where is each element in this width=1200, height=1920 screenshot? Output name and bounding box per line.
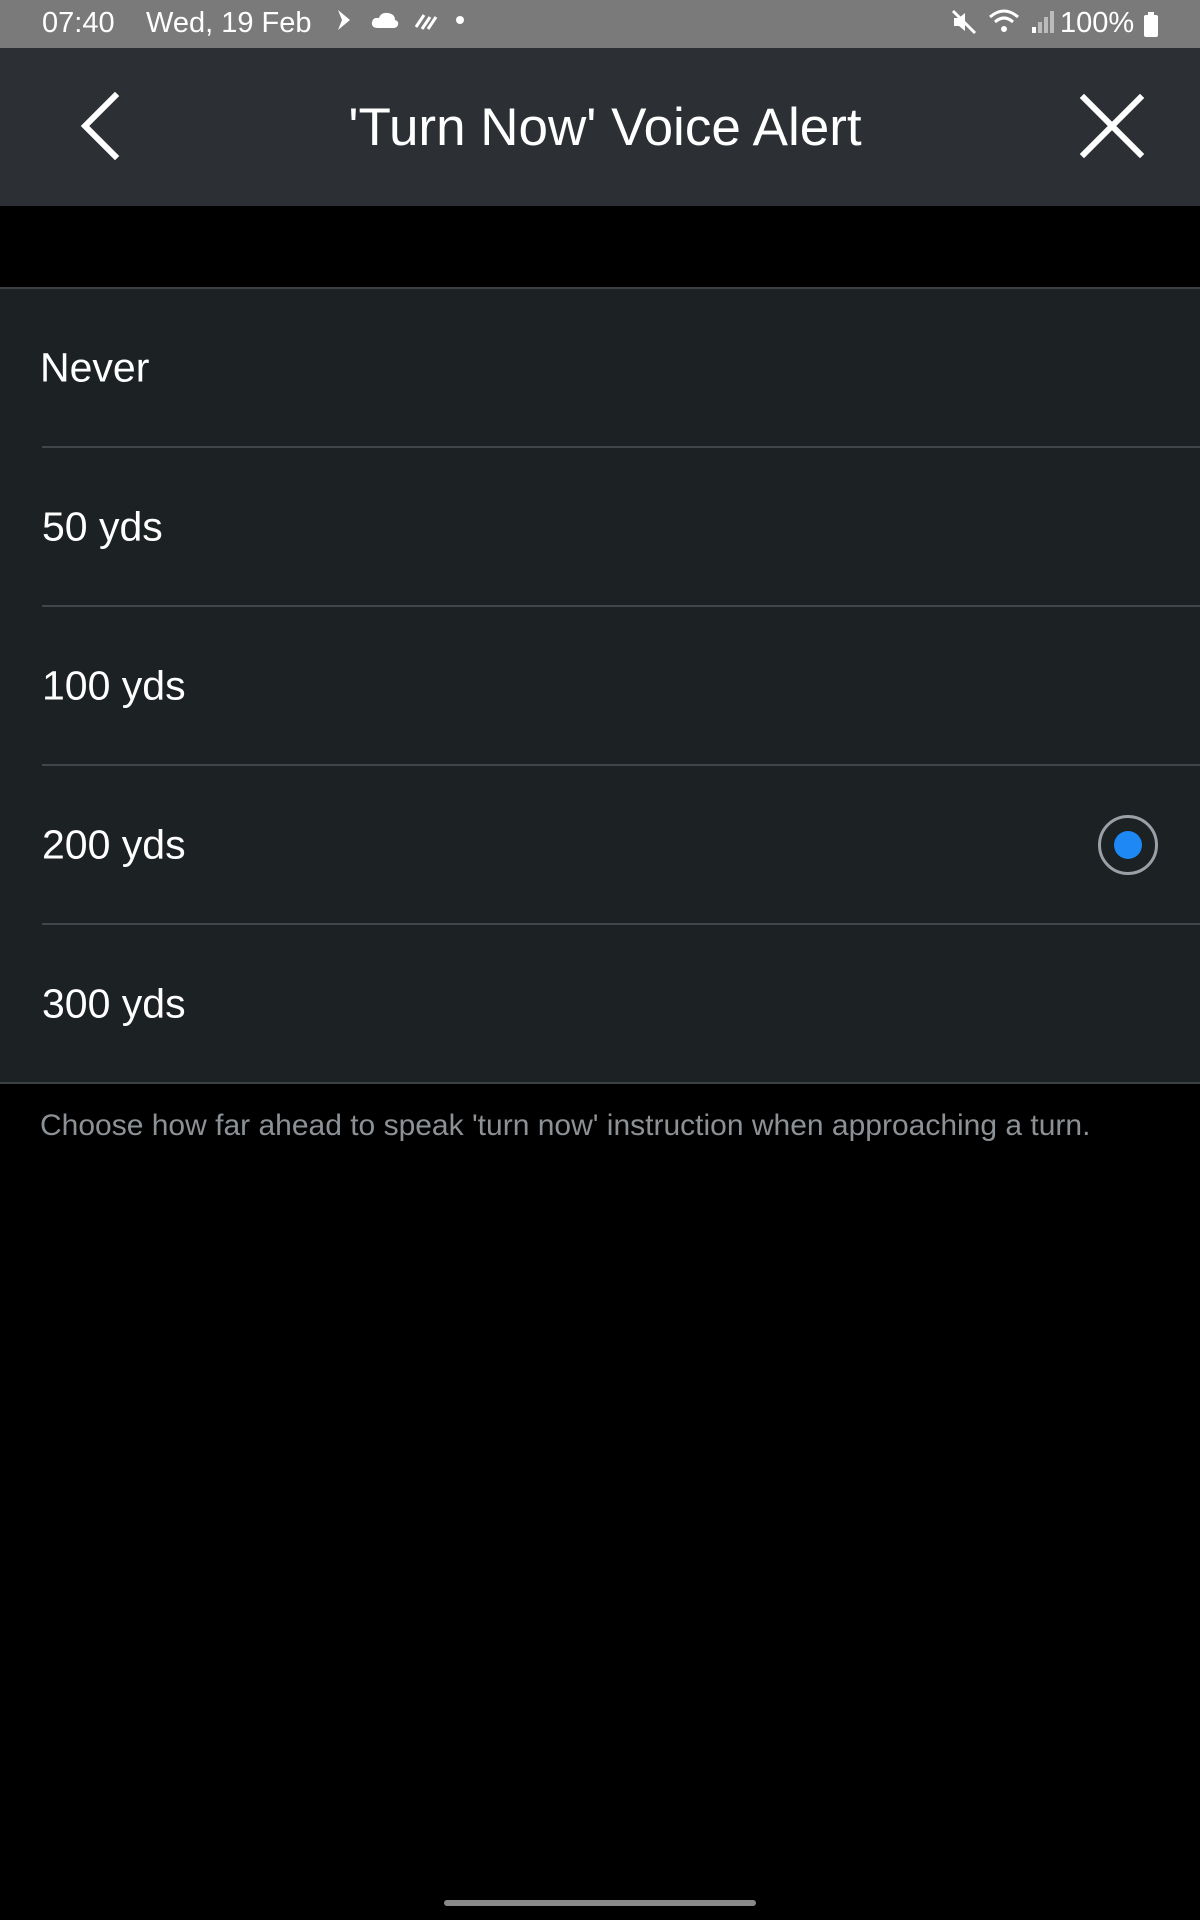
option-label: 300 yds bbox=[42, 980, 186, 1026]
option-50-yds[interactable]: 50 yds bbox=[42, 446, 1200, 605]
home-indicator[interactable] bbox=[444, 1900, 756, 1906]
option-label: 100 yds bbox=[42, 662, 186, 708]
cell-signal-icon bbox=[1030, 9, 1056, 43]
radio-dot bbox=[1114, 830, 1142, 859]
back-button[interactable] bbox=[60, 88, 140, 168]
close-button[interactable] bbox=[1070, 88, 1154, 168]
page-title: 'Turn Now' Voice Alert bbox=[348, 98, 862, 157]
description-text: Choose how far ahead to speak 'turn now'… bbox=[40, 1109, 1091, 1142]
option-label: Never bbox=[40, 344, 150, 390]
cloud-icon bbox=[370, 10, 400, 30]
wifi-icon bbox=[988, 8, 1020, 44]
option-100-yds[interactable]: 100 yds bbox=[42, 605, 1200, 764]
option-300-yds[interactable]: 300 yds bbox=[42, 923, 1200, 1082]
options-list: Never 50 yds 100 yds 200 yds 300 yds bbox=[0, 287, 1200, 1084]
screen: 07:40 Wed, 19 Feb 100% 'Turn Now' Voice … bbox=[0, 0, 1200, 1920]
nav-arrow-icon bbox=[334, 7, 356, 33]
option-label: 200 yds bbox=[42, 821, 186, 867]
status-bar: 07:40 Wed, 19 Feb 100% bbox=[0, 0, 1200, 48]
mute-icon bbox=[950, 8, 978, 44]
notification-icons bbox=[334, 7, 466, 33]
status-time: 07:40 bbox=[42, 7, 115, 39]
dot-icon bbox=[454, 14, 466, 26]
close-icon bbox=[1079, 93, 1145, 163]
header-spacer bbox=[0, 206, 1200, 288]
app-bar: 'Turn Now' Voice Alert bbox=[0, 48, 1200, 206]
option-label: 50 yds bbox=[42, 503, 163, 549]
status-date: Wed, 19 Feb bbox=[146, 7, 312, 39]
option-200-yds[interactable]: 200 yds bbox=[42, 764, 1200, 923]
system-icons bbox=[950, 8, 1056, 44]
signal-waves-icon bbox=[414, 9, 440, 31]
battery-percent: 100% bbox=[1060, 7, 1135, 39]
option-never[interactable]: Never bbox=[0, 289, 1200, 446]
chevron-left-icon bbox=[77, 91, 123, 165]
selected-radio-icon[interactable] bbox=[1098, 814, 1158, 875]
battery-icon bbox=[1143, 12, 1159, 46]
